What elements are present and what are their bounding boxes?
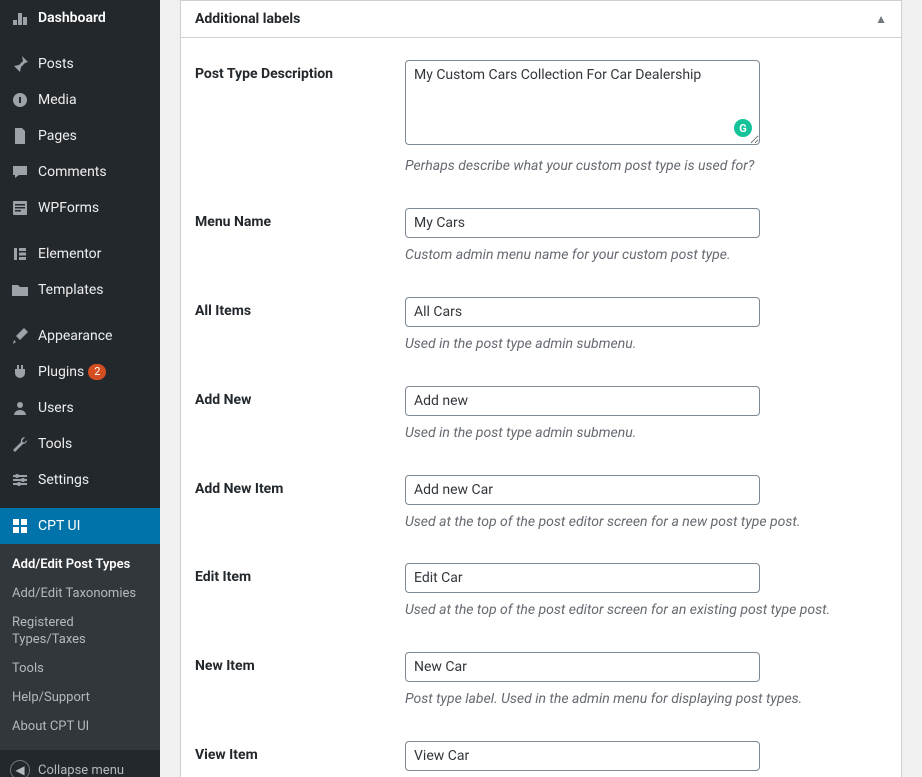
- pin-icon: [10, 54, 30, 74]
- menu-cpt-ui[interactable]: CPT UI: [0, 508, 160, 544]
- panel-header[interactable]: Additional labels ▲: [181, 1, 901, 38]
- panel-title: Additional labels: [195, 11, 300, 27]
- submenu-about[interactable]: About CPT UI: [0, 712, 160, 741]
- admin-sidebar: Dashboard Posts Media Pages Comments W: [0, 0, 160, 777]
- menu-tools[interactable]: Tools: [0, 426, 160, 462]
- comment-icon: [10, 162, 30, 182]
- label-all-items: All Items: [195, 297, 405, 319]
- desc-menu-name: Custom admin menu name for your custom p…: [405, 246, 887, 265]
- menu-comments[interactable]: Comments: [0, 154, 160, 190]
- cpt-ui-submenu: Add/Edit Post Types Add/Edit Taxonomies …: [0, 544, 160, 749]
- menu-posts[interactable]: Posts: [0, 46, 160, 82]
- menu-users[interactable]: Users: [0, 390, 160, 426]
- label-menu-name: Menu Name: [195, 208, 405, 230]
- submenu-add-edit-post-types[interactable]: Add/Edit Post Types: [0, 550, 160, 579]
- content-area: Additional labels ▲ Post Type Descriptio…: [160, 0, 922, 777]
- user-icon: [10, 398, 30, 418]
- menu-appearance[interactable]: Appearance: [0, 318, 160, 354]
- menu-settings[interactable]: Settings: [0, 462, 160, 498]
- menu-wpforms[interactable]: WPForms: [0, 190, 160, 226]
- menu-templates[interactable]: Templates: [0, 272, 160, 308]
- cpt-ui-icon: [10, 516, 30, 536]
- media-icon: [10, 90, 30, 110]
- plugins-update-badge: 2: [88, 364, 106, 380]
- elementor-icon: [10, 244, 30, 264]
- menu-dashboard[interactable]: Dashboard: [0, 0, 160, 36]
- page-icon: [10, 126, 30, 146]
- folder-icon: [10, 280, 30, 300]
- input-edit-item[interactable]: [405, 563, 760, 593]
- desc-add-new-item: Used at the top of the post editor scree…: [405, 513, 887, 532]
- brush-icon: [10, 326, 30, 346]
- sliders-icon: [10, 470, 30, 490]
- submenu-help-support[interactable]: Help/Support: [0, 683, 160, 712]
- menu-elementor[interactable]: Elementor: [0, 236, 160, 272]
- label-edit-item: Edit Item: [195, 563, 405, 585]
- input-new-item[interactable]: [405, 652, 760, 682]
- collapse-icon: ◀: [10, 760, 30, 777]
- label-post-type-description: Post Type Description: [195, 60, 405, 82]
- label-add-new-item: Add New Item: [195, 475, 405, 497]
- submenu-registered-types[interactable]: Registered Types/Taxes: [0, 608, 160, 654]
- input-view-item[interactable]: [405, 741, 760, 771]
- input-add-new-item[interactable]: [405, 475, 760, 505]
- desc-add-new: Used in the post type admin submenu.: [405, 424, 887, 443]
- menu-media[interactable]: Media: [0, 82, 160, 118]
- menu-plugins[interactable]: Plugins 2: [0, 354, 160, 390]
- desc-edit-item: Used at the top of the post editor scree…: [405, 601, 887, 620]
- input-menu-name[interactable]: [405, 208, 760, 238]
- collapse-menu[interactable]: ◀ Collapse menu: [0, 749, 160, 777]
- label-new-item: New Item: [195, 652, 405, 674]
- submenu-tools[interactable]: Tools: [0, 654, 160, 683]
- submenu-add-edit-taxonomies[interactable]: Add/Edit Taxonomies: [0, 579, 160, 608]
- desc-all-items: Used in the post type admin submenu.: [405, 335, 887, 354]
- wrench-icon: [10, 434, 30, 454]
- panel-toggle-icon[interactable]: ▲: [875, 12, 887, 26]
- dashboard-icon: [10, 8, 30, 28]
- label-add-new: Add New: [195, 386, 405, 408]
- form-icon: [10, 198, 30, 218]
- menu-pages[interactable]: Pages: [0, 118, 160, 154]
- desc-new-item: Post type label. Used in the admin menu …: [405, 690, 887, 709]
- desc-post-type-description: Perhaps describe what your custom post t…: [405, 157, 887, 176]
- plug-icon: [10, 362, 30, 382]
- grammarly-icon[interactable]: G: [734, 119, 752, 137]
- input-add-new[interactable]: [405, 386, 760, 416]
- additional-labels-panel: Additional labels ▲ Post Type Descriptio…: [180, 0, 902, 777]
- label-view-item: View Item: [195, 741, 405, 763]
- input-all-items[interactable]: [405, 297, 760, 327]
- input-post-type-description[interactable]: [405, 60, 760, 145]
